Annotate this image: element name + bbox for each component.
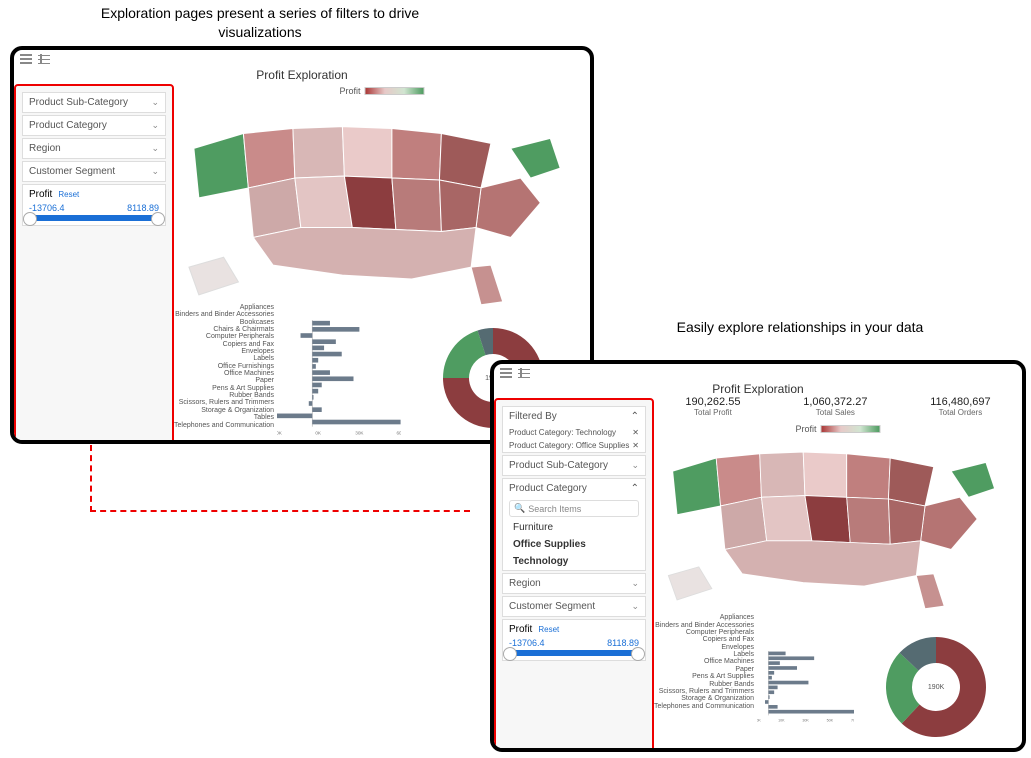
- filter-profit-range: ProfitReset -13706.48118.89: [502, 619, 646, 661]
- svg-text:50K: 50K: [827, 719, 834, 723]
- svg-text:10K: 10K: [778, 719, 785, 723]
- page-title: Profit Exploration: [14, 68, 590, 84]
- svg-text:-10K: -10K: [757, 719, 761, 723]
- caption-top: Exploration pages present a series of fi…: [60, 4, 460, 42]
- settings-icon[interactable]: [38, 54, 50, 64]
- filter-product-subcategory[interactable]: Product Sub-Category⌄: [22, 92, 166, 113]
- chevron-down-icon: ⌄: [631, 460, 639, 471]
- search-icon: 🔍: [514, 503, 525, 514]
- color-legend: Profit: [339, 86, 424, 96]
- connector-dash-horizontal: [90, 510, 470, 512]
- bar-chart[interactable]: AppliancesBinders and Binder Accessories…: [174, 304, 401, 444]
- chevron-down-icon: ⌄: [151, 143, 159, 154]
- svg-text:30K: 30K: [802, 719, 809, 723]
- filter-region[interactable]: Region⌄: [22, 138, 166, 159]
- filter-sidebar: Filtered By⌃ Product Category: Technolog…: [494, 398, 654, 752]
- choropleth-map[interactable]: [184, 106, 580, 310]
- profit-label: Profit: [29, 189, 52, 200]
- remove-icon: ✕: [632, 441, 639, 450]
- reset-link[interactable]: Reset: [58, 190, 79, 199]
- filter-profit-range: ProfitReset -13706.48118.89: [22, 184, 166, 226]
- choropleth-map[interactable]: [664, 436, 1012, 611]
- svg-text:-30K: -30K: [277, 430, 283, 435]
- search-input[interactable]: 🔍Search Items: [509, 500, 639, 517]
- range-slider[interactable]: [29, 215, 159, 221]
- donut-chart[interactable]: 190K Profit: [854, 614, 1018, 752]
- bottom-legend: ProfitDelivery TruckExpress AirRegular A…: [746, 751, 950, 752]
- caption-right: Easily explore relationships in your dat…: [600, 318, 1000, 337]
- remove-icon: ✕: [632, 428, 639, 437]
- menu-icon[interactable]: [500, 368, 512, 378]
- filter-product-category[interactable]: Product Category⌄: [22, 115, 166, 136]
- chevron-down-icon: ⌄: [151, 166, 159, 177]
- chevron-down-icon: ⌄: [631, 601, 639, 612]
- filter-sidebar: Product Sub-Category⌄ Product Category⌄ …: [14, 84, 174, 444]
- option-office-supplies[interactable]: Office Supplies: [503, 536, 645, 553]
- filter-customer-segment[interactable]: Customer Segment⌄: [502, 596, 646, 617]
- range-slider[interactable]: [509, 650, 639, 656]
- reset-link[interactable]: Reset: [538, 625, 559, 634]
- filtered-by-panel: Filtered By⌃ Product Category: Technolog…: [502, 406, 646, 453]
- option-furniture[interactable]: Furniture: [503, 519, 645, 536]
- bar-chart[interactable]: AppliancesBinders and Binder Accessories…: [654, 614, 854, 752]
- filter-customer-segment[interactable]: Customer Segment⌄: [22, 161, 166, 182]
- menu-icon[interactable]: [20, 54, 32, 64]
- chevron-down-icon: ⌄: [151, 97, 159, 108]
- chevron-up-icon: ⌃: [631, 483, 639, 494]
- kpi-row: 190,262.55Total Profit 1,060,372.27Total…: [654, 396, 1022, 417]
- filter-product-subcategory[interactable]: Product Sub-Category⌄: [502, 455, 646, 476]
- filter-region[interactable]: Region⌄: [502, 573, 646, 594]
- svg-text:0K: 0K: [315, 430, 322, 435]
- panel-after: Profit Exploration Filtered By⌃ Product …: [490, 360, 1026, 752]
- chevron-up-icon[interactable]: ⌃: [631, 411, 639, 422]
- color-legend: Profit: [795, 424, 880, 434]
- option-technology[interactable]: Technology: [503, 553, 645, 570]
- settings-icon[interactable]: [518, 368, 530, 378]
- bottom-legend: ProfitDelivery TruckExpress AirR: [278, 443, 450, 444]
- filter-chip[interactable]: Product Category: Technology✕: [503, 426, 645, 439]
- filter-product-category-open: Product Category⌃ 🔍Search Items Furnitur…: [502, 478, 646, 571]
- chevron-down-icon: ⌄: [631, 578, 639, 589]
- chevron-down-icon: ⌄: [151, 120, 159, 131]
- svg-text:30K: 30K: [355, 430, 364, 435]
- filter-chip[interactable]: Product Category: Office Supplies✕: [503, 439, 645, 452]
